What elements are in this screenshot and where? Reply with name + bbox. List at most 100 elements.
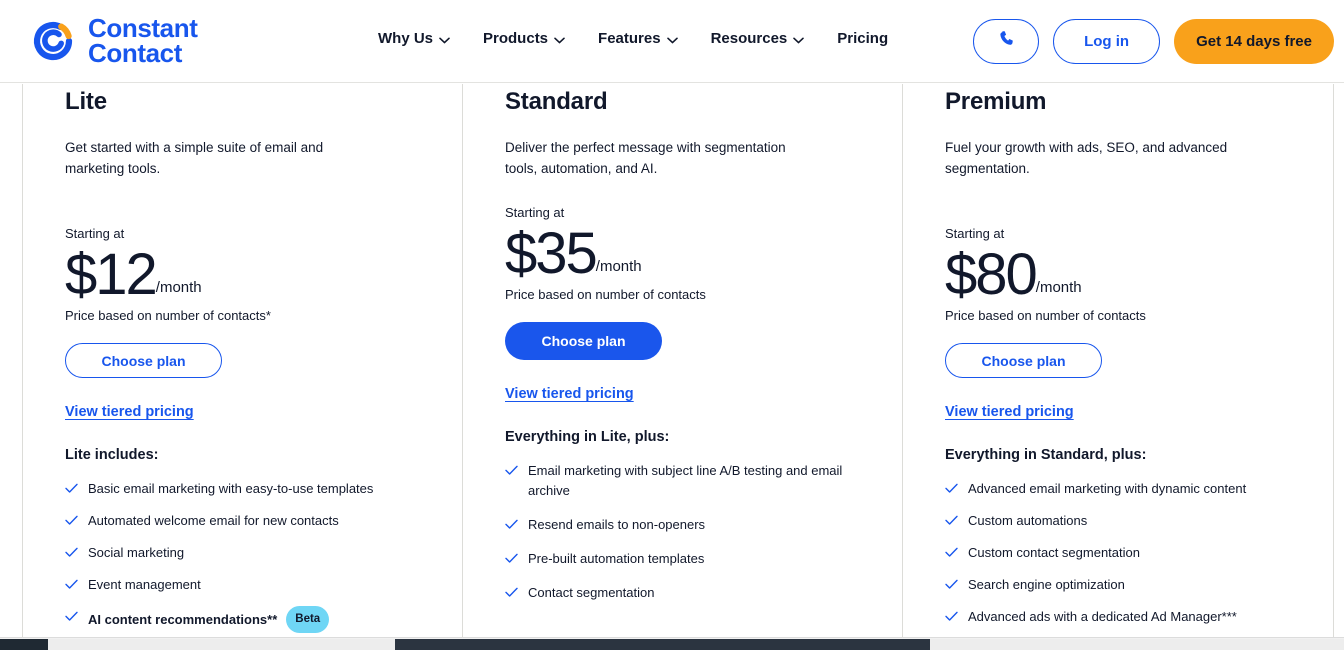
phone-button[interactable] — [973, 19, 1039, 64]
feature-text: Contact segmentation — [528, 583, 654, 603]
list-item: Automated welcome email for new contacts — [65, 511, 462, 531]
choose-plan-label: Choose plan — [981, 353, 1065, 369]
nav-item-resources[interactable]: Resources — [711, 30, 820, 47]
login-button[interactable]: Log in — [1053, 19, 1160, 64]
choose-plan-button-lite[interactable]: Choose plan — [65, 343, 222, 378]
plan-price-row: $35 /month — [505, 218, 902, 290]
feature-text: Email marketing with subject line A/B te… — [528, 461, 848, 501]
chevron-down-icon — [667, 37, 677, 43]
scrollbar-thumb[interactable] — [0, 639, 48, 650]
list-item: Event management — [65, 575, 462, 595]
check-icon — [65, 579, 77, 591]
plan-feature-list: Basic email marketing with easy-to-use t… — [65, 479, 462, 634]
plan-price-note: Price based on number of contacts — [945, 308, 1344, 323]
list-item: Resend emails to non-openers — [505, 515, 902, 535]
check-icon — [945, 611, 957, 623]
plan-title: Standard — [505, 88, 902, 116]
view-tiered-pricing-link-premium[interactable]: View tiered pricing — [945, 404, 1074, 420]
brand-logo[interactable]: Constant Contact — [28, 16, 197, 66]
list-item: Basic email marketing with easy-to-use t… — [65, 479, 462, 499]
check-icon — [505, 465, 517, 477]
check-icon — [65, 483, 77, 495]
phone-icon — [998, 30, 1015, 53]
choose-plan-label: Choose plan — [541, 333, 625, 349]
constant-contact-logo-icon — [28, 16, 78, 66]
check-icon — [945, 579, 957, 591]
main-navigation: Why Us Products Features Resources Prici… — [378, 30, 888, 47]
check-icon — [65, 515, 77, 527]
scrollbar-segment[interactable] — [395, 639, 930, 650]
plan-description: Fuel your growth with ads, SEO, and adva… — [945, 137, 1305, 179]
feature-text: Automated welcome email for new contacts — [88, 511, 339, 531]
chevron-down-icon — [793, 37, 803, 43]
header-actions: Log in Get 14 days free — [973, 19, 1334, 64]
plan-price-note: Price based on number of contacts* — [65, 308, 462, 323]
view-tiered-pricing-link-standard[interactable]: View tiered pricing — [505, 386, 634, 402]
feature-text: Advanced ads with a dedicated Ad Manager… — [968, 607, 1237, 627]
status-badge-beta: Beta — [286, 606, 329, 633]
list-item: Email marketing with subject line A/B te… — [505, 461, 902, 501]
check-icon — [505, 519, 517, 531]
feature-text: Advanced email marketing with dynamic co… — [968, 479, 1246, 499]
feature-text: Pre-built automation templates — [528, 549, 704, 569]
choose-plan-button-standard[interactable]: Choose plan — [505, 322, 662, 360]
plan-card-standard: Standard Deliver the perfect message wit… — [462, 84, 902, 637]
plan-price-note: Price based on number of contacts — [505, 287, 902, 302]
list-item: Advanced ads with a dedicated Ad Manager… — [945, 607, 1344, 627]
plan-includes-heading: Everything in Lite, plus: — [505, 429, 902, 445]
view-tiered-pricing-link-lite[interactable]: View tiered pricing — [65, 404, 194, 420]
horizontal-scrollbar[interactable] — [0, 637, 1344, 649]
plan-feature-list: Email marketing with subject line A/B te… — [505, 461, 902, 603]
trial-label: Get 14 days free — [1196, 33, 1312, 50]
pricing-plans-container: Lite Get started with a simple suite of … — [0, 84, 1344, 637]
plan-title: Premium — [945, 88, 1344, 116]
plan-includes-heading: Everything in Standard, plus: — [945, 447, 1344, 463]
nav-label: Why Us — [378, 30, 433, 47]
nav-item-pricing[interactable]: Pricing — [837, 30, 888, 47]
feature-text: Custom automations — [968, 511, 1087, 531]
check-icon — [505, 587, 517, 599]
plan-price-period: /month — [156, 279, 202, 296]
feature-text: AI content recommendations** — [88, 612, 277, 627]
plan-price: $35 — [505, 218, 596, 290]
plan-price-period: /month — [1036, 279, 1082, 296]
feature-text: Resend emails to non-openers — [528, 515, 705, 535]
check-icon — [65, 547, 77, 559]
plan-description: Deliver the perfect message with segment… — [505, 137, 815, 179]
nav-label: Pricing — [837, 30, 888, 47]
list-item: Custom automations — [945, 511, 1344, 531]
feature-text: Basic email marketing with easy-to-use t… — [88, 479, 373, 499]
brand-name-line2: Contact — [88, 41, 197, 66]
plan-price-period: /month — [596, 258, 642, 275]
list-item: AI content recommendations** Beta — [65, 607, 462, 634]
nav-item-products[interactable]: Products — [483, 30, 580, 47]
nav-label: Features — [598, 30, 661, 47]
plan-includes-heading: Lite includes: — [65, 447, 462, 463]
choose-plan-button-premium[interactable]: Choose plan — [945, 343, 1102, 378]
list-item: Social marketing — [65, 543, 462, 563]
nav-label: Products — [483, 30, 548, 47]
nav-label: Resources — [711, 30, 788, 47]
chevron-down-icon — [554, 37, 564, 43]
plan-price-row: $80 /month — [945, 239, 1344, 311]
plan-feature-list: Advanced email marketing with dynamic co… — [945, 479, 1344, 627]
list-item: Custom contact segmentation — [945, 543, 1344, 563]
plan-card-premium: Premium Fuel your growth with ads, SEO, … — [902, 84, 1344, 637]
check-icon — [945, 515, 957, 527]
feature-text: Social marketing — [88, 543, 184, 563]
plan-title: Lite — [65, 88, 462, 116]
right-divider — [1333, 84, 1334, 637]
nav-item-features[interactable]: Features — [598, 30, 693, 47]
choose-plan-label: Choose plan — [101, 353, 185, 369]
list-item: Contact segmentation — [505, 583, 902, 603]
check-icon — [945, 547, 957, 559]
list-item: Search engine optimization — [945, 575, 1344, 595]
plan-price-row: $12 /month — [65, 239, 462, 311]
nav-item-why-us[interactable]: Why Us — [378, 30, 465, 47]
list-item: Pre-built automation templates — [505, 549, 902, 569]
site-header: Constant Contact Why Us Products Feature… — [0, 0, 1344, 83]
check-icon — [945, 483, 957, 495]
feature-text: Event management — [88, 575, 201, 595]
get-free-trial-button[interactable]: Get 14 days free — [1174, 19, 1334, 64]
plan-price: $80 — [945, 239, 1036, 311]
